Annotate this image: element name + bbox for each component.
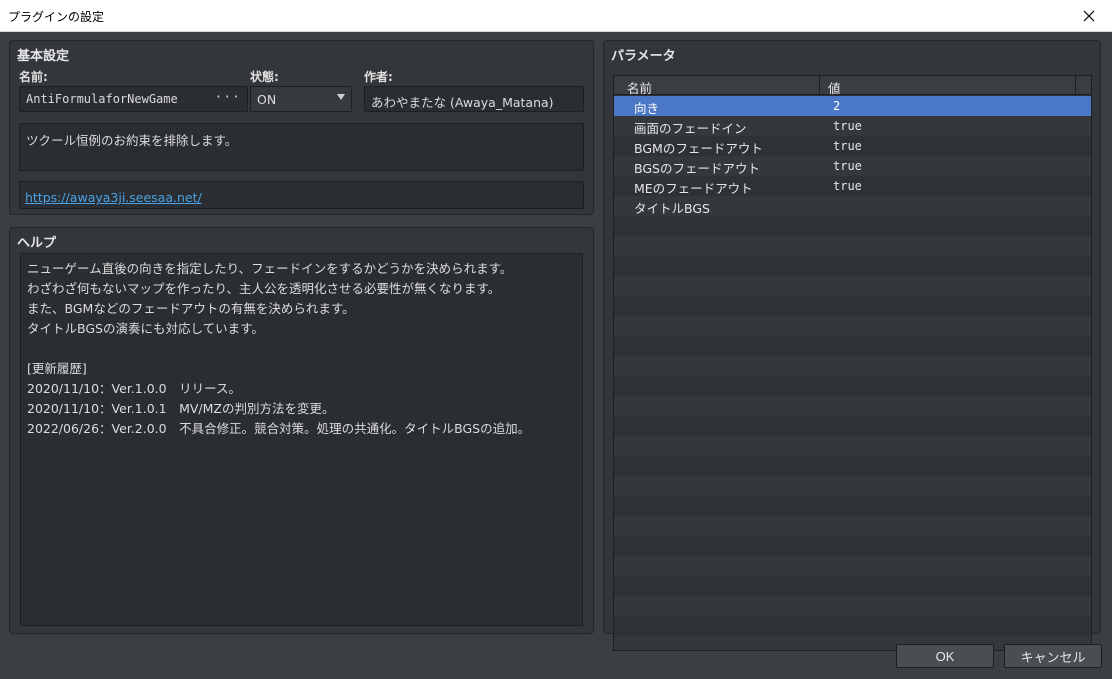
param-name: BGMのフェードアウト (634, 141, 763, 156)
author-field[interactable]: あわやまたな (Awaya_Matana) (364, 86, 584, 112)
param-name: MEのフェードアウト (634, 181, 753, 196)
status-value: ON (257, 92, 277, 107)
empty-row[interactable] (614, 296, 1091, 316)
empty-row[interactable] (614, 516, 1091, 536)
empty-row[interactable] (614, 256, 1091, 276)
grid-header: 名前 値 (614, 76, 1091, 96)
description-field[interactable]: ツクール恒例のお約束を排除します。 (19, 123, 584, 171)
param-value: true (833, 139, 862, 153)
param-name: 画面のフェードイン (634, 121, 747, 136)
parameters-panel: パラメータ 名前 値 向き 2 画面のフェードイン true BGMのフェードアウト tr… (603, 40, 1101, 651)
table-row[interactable]: BGSのフェードアウト true (614, 156, 1091, 176)
param-value: true (833, 119, 862, 133)
parameters-title: パラメータ (611, 49, 676, 64)
table-row[interactable]: MEのフェードアウト true (614, 176, 1091, 196)
url-field: https://awaya3ji.seesaa.net/ (19, 181, 584, 209)
empty-row[interactable] (614, 416, 1091, 436)
param-value: true (833, 159, 862, 173)
table-row[interactable]: BGMのフェードアウト true (614, 136, 1091, 156)
browse-icon[interactable]: ··· (215, 90, 241, 105)
empty-row[interactable] (614, 376, 1091, 396)
window-title: プラグインの設定 (8, 10, 105, 24)
cancel-button[interactable]: キャンセル (1004, 644, 1102, 668)
empty-row[interactable] (614, 596, 1091, 616)
empty-row[interactable] (614, 236, 1091, 256)
plugin-name-field[interactable]: AntiFormulaforNewGame ··· (19, 86, 248, 112)
author-label: 作者: (364, 70, 393, 84)
empty-row[interactable] (614, 576, 1091, 596)
table-row[interactable]: タイトルBGS (614, 196, 1091, 216)
empty-row[interactable] (614, 536, 1091, 556)
plugin-url-link[interactable]: https://awaya3ji.seesaa.net/ (25, 190, 202, 205)
dialog-client: 基本設定 名前: AntiFormulaforNewGame ··· 状態: O… (0, 32, 1112, 679)
empty-row[interactable] (614, 336, 1091, 356)
column-header-name[interactable]: 名前 (614, 76, 820, 96)
column-header-value[interactable]: 値 (820, 76, 1076, 96)
empty-row[interactable] (614, 276, 1091, 296)
basic-settings-panel: 基本設定 名前: AntiFormulaforNewGame ··· 状態: O… (9, 40, 594, 215)
empty-row[interactable] (614, 356, 1091, 376)
name-label: 名前: (19, 70, 48, 84)
title-bar: プラグインの設定 (0, 0, 1112, 32)
empty-row[interactable] (614, 396, 1091, 416)
description-text: ツクール恒例のお約束を排除します。 (26, 133, 238, 148)
help-title: ヘルプ (17, 236, 57, 251)
param-value: true (833, 179, 862, 193)
author-value: あわやまたな (Awaya_Matana) (371, 95, 554, 110)
empty-row[interactable] (614, 616, 1091, 636)
help-text-area[interactable]: ニューゲーム直後の向きを指定したり、フェードインをするかどうかを決められます。 … (20, 253, 583, 626)
param-name: 向き (634, 101, 660, 116)
table-row[interactable]: 向き 2 (614, 96, 1091, 116)
parameters-grid: 名前 値 向き 2 画面のフェードイン true BGMのフェードアウト true BGSの… (613, 75, 1092, 651)
empty-row[interactable] (614, 216, 1091, 236)
ok-button[interactable]: OK (896, 644, 994, 668)
empty-row[interactable] (614, 476, 1091, 496)
empty-row[interactable] (614, 556, 1091, 576)
plugin-name-value: AntiFormulaforNewGame (26, 92, 178, 106)
close-button[interactable] (1066, 0, 1112, 32)
empty-row[interactable] (614, 456, 1091, 476)
help-panel: ヘルプ ニューゲーム直後の向きを指定したり、フェードインをするかどうかを決められ… (9, 227, 594, 634)
close-icon (1083, 10, 1095, 22)
table-row[interactable]: 画面のフェードイン true (614, 116, 1091, 136)
status-label: 状態: (250, 70, 279, 84)
basic-settings-title: 基本設定 (17, 49, 70, 64)
param-name: BGSのフェードアウト (634, 161, 760, 176)
empty-row[interactable] (614, 316, 1091, 336)
empty-row[interactable] (614, 496, 1091, 516)
param-value: 2 (833, 99, 841, 113)
status-select[interactable]: ON (250, 86, 352, 112)
chevron-down-icon (337, 94, 345, 100)
grid-body: 向き 2 画面のフェードイン true BGMのフェードアウト true BGSのフェードア… (614, 96, 1091, 650)
empty-row[interactable] (614, 436, 1091, 456)
param-name: タイトルBGS (634, 201, 710, 216)
